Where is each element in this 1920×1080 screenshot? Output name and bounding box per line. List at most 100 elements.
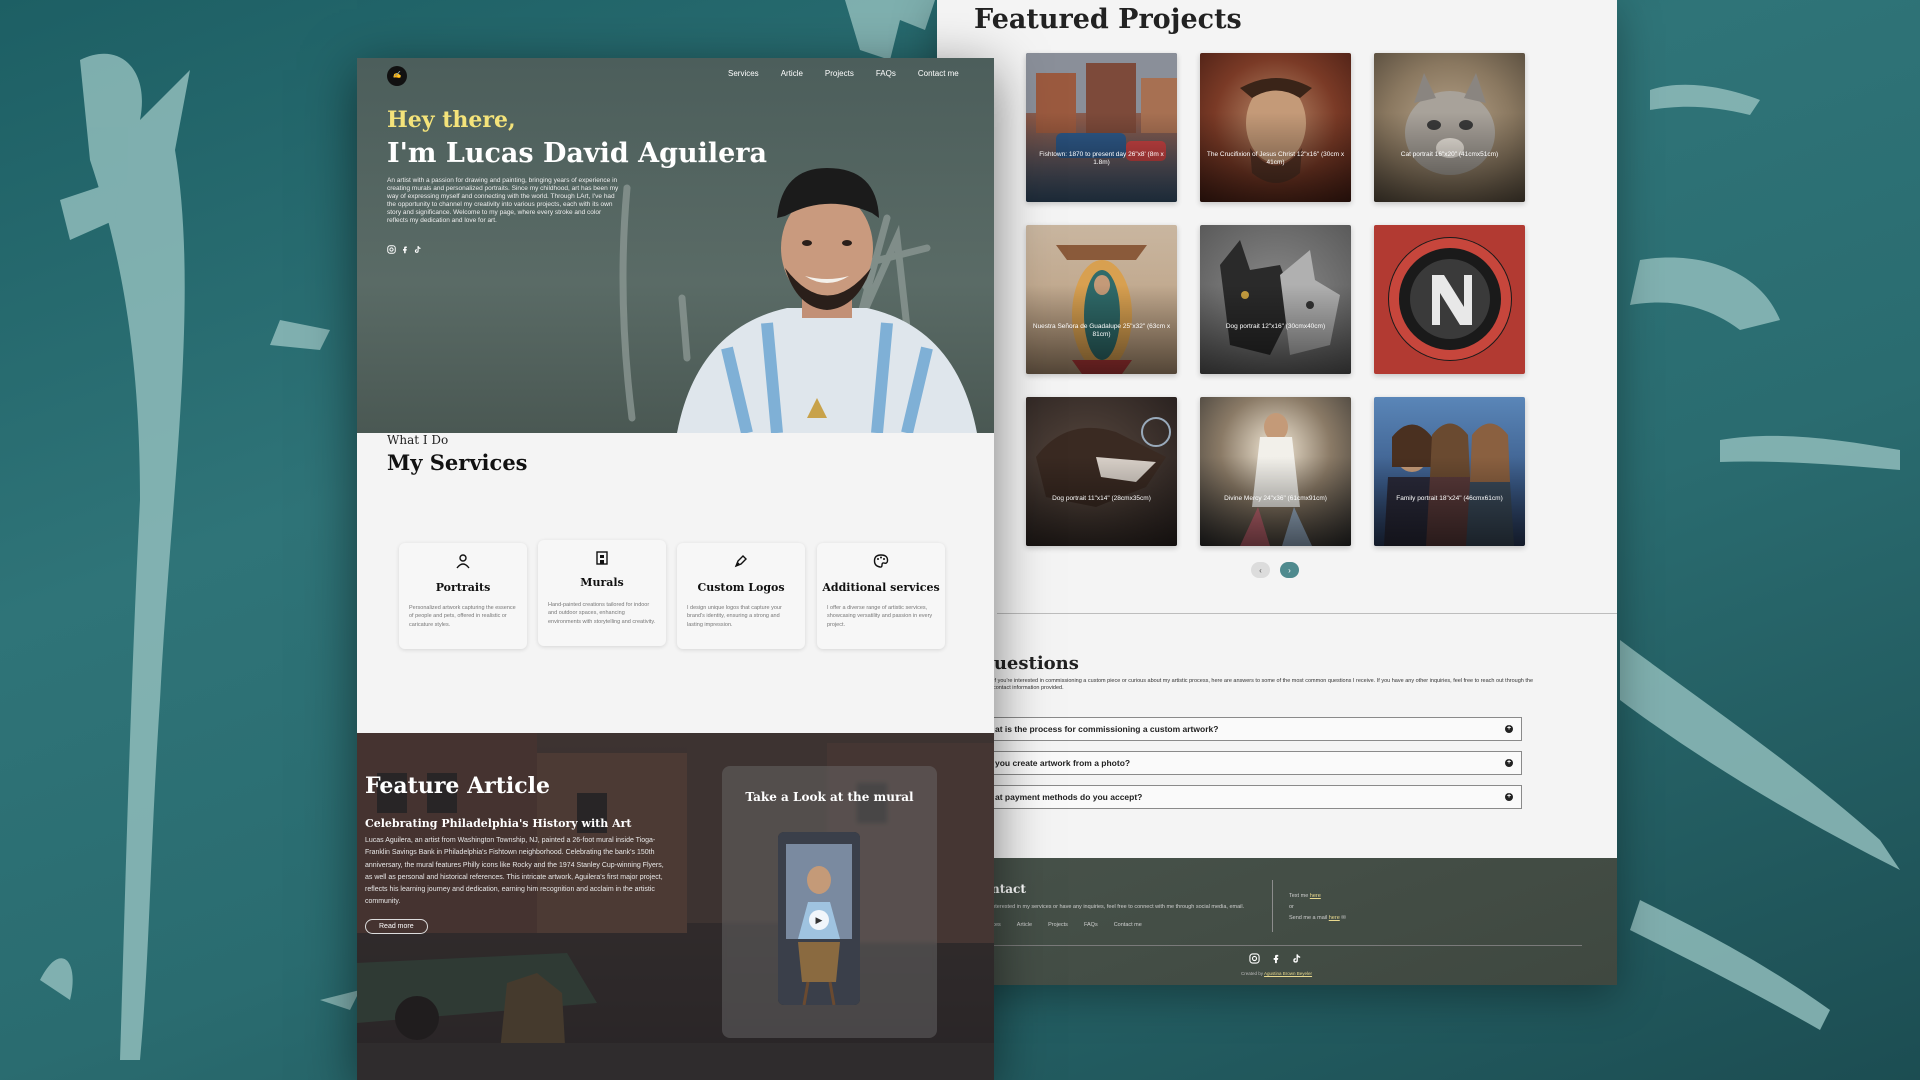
footer-nav: ices Article Projects FAQs Contact me <box>991 922 1142 928</box>
project-shade <box>1026 53 1177 202</box>
project-caption: Dog portrait 11"x14" (28cmx35cm) <box>1052 495 1151 502</box>
tiktok-icon[interactable] <box>1291 953 1302 964</box>
nav-link-projects[interactable]: Projects <box>825 69 854 78</box>
footer-link-faqs[interactable]: FAQs <box>1084 922 1098 928</box>
or-label: or <box>1289 904 1294 910</box>
service-card-portraits[interactable]: Portraits Personalized artwork capturing… <box>399 543 527 649</box>
faq-item-process[interactable]: at is the process for commissioning a cu… <box>982 717 1522 741</box>
service-title: Murals <box>580 576 624 589</box>
facebook-icon[interactable] <box>1270 953 1281 964</box>
hero-name: I'm Lucas David Aguilera <box>387 138 768 169</box>
project-card[interactable]: The Crucifixion of Jesus Christ 12"x16" … <box>1200 53 1351 202</box>
featured-projects-title: Featured Projects <box>974 4 1242 35</box>
site-logo[interactable]: ✍ <box>387 66 407 86</box>
faq-question: at payment methods do you accept? <box>995 792 1143 802</box>
project-card[interactable]: Dog portrait 11"x14" (28cmx35cm) <box>1026 397 1177 546</box>
expand-icon: + <box>1505 793 1513 801</box>
mural-video[interactable]: ▶ <box>778 832 860 1005</box>
credit-link[interactable]: Agustina Brown Beyeler <box>1264 971 1312 976</box>
play-icon[interactable]: ▶ <box>809 910 829 930</box>
logo-artwork <box>1388 237 1512 361</box>
mail-link[interactable]: here <box>1329 915 1340 921</box>
services-section: What I Do My Services Portraits Personal… <box>357 433 994 733</box>
service-card-logos[interactable]: Custom Logos I design unique logos that … <box>677 543 805 649</box>
faq-intro: If you're interested in commissioning a … <box>993 678 1534 692</box>
palette-icon <box>873 554 889 568</box>
mural-video-card: Take a Look at the mural ▶ <box>722 766 937 1038</box>
footer-link-projects[interactable]: Projects <box>1048 922 1068 928</box>
project-shade <box>1374 53 1525 202</box>
main-nav: Services Article Projects FAQs Contact m… <box>728 69 959 78</box>
footer-link-contact[interactable]: Contact me <box>1114 922 1142 928</box>
nav-link-article[interactable]: Article <box>781 69 803 78</box>
project-card[interactable]: Family portrait 18"x24" (46cmx61cm) <box>1374 397 1525 546</box>
project-shade <box>1200 53 1351 202</box>
project-shade <box>1374 397 1525 546</box>
artist-portrait <box>677 168 977 433</box>
project-card[interactable]: Dog portrait 12"x16" (30cmx40cm) <box>1200 225 1351 374</box>
project-shade <box>1026 397 1177 546</box>
footer-rule <box>989 945 1582 946</box>
service-title: Custom Logos <box>697 581 785 594</box>
expand-icon: + <box>1505 725 1513 733</box>
project-caption: The Crucifixion of Jesus Christ 12"x16" … <box>1206 151 1345 166</box>
footer-divider <box>1272 880 1273 932</box>
mail-label: Send me a mail <box>1289 915 1328 921</box>
service-desc: I design unique logos that capture your … <box>687 605 782 628</box>
hero-bio: An artist with a passion for drawing and… <box>387 177 619 224</box>
project-caption: Family portrait 18"x24" (46cmx61cm) <box>1396 495 1503 502</box>
footer-contact: Text me here or Send me a mail here ✉ <box>1289 891 1346 924</box>
person-icon <box>456 554 470 569</box>
service-card-additional[interactable]: Additional services I offer a diverse ra… <box>817 543 945 649</box>
projects-pagination: ‹ › <box>1251 562 1299 578</box>
pagination-next-button[interactable]: › <box>1280 562 1299 578</box>
footer-link-article[interactable]: Article <box>1017 922 1032 928</box>
faq-item-payment[interactable]: at payment methods do you accept? + <box>982 785 1522 809</box>
pen-icon <box>734 555 747 568</box>
project-card[interactable]: Fishtown: 1870 to present day 26"x8' (8m… <box>1026 53 1177 202</box>
nav-link-faqs[interactable]: FAQs <box>876 69 896 78</box>
hero-section: ✍ Services Article Projects FAQs Contact… <box>357 58 994 433</box>
building-icon <box>596 551 608 565</box>
footer-social <box>1249 953 1302 964</box>
hero-greeting: Hey there, <box>387 107 516 133</box>
service-desc: Hand-painted creations tailored for indo… <box>548 602 656 625</box>
footer-title: ntact <box>991 882 1026 896</box>
project-shade <box>1200 225 1351 374</box>
project-card[interactable]: Divine Mercy 24"x36" (61cmx91cm) <box>1200 397 1351 546</box>
project-caption: Nuestra Señora de Guadalupe 25"x32" (63c… <box>1032 323 1171 338</box>
facebook-icon[interactable] <box>400 245 409 254</box>
instagram-icon[interactable] <box>1249 953 1260 964</box>
project-card[interactable]: Cat portrait 16"x20" (41cmx51cm) <box>1374 53 1525 202</box>
faq-question: you create artwork from a photo? <box>995 758 1131 768</box>
hero-social-links <box>387 245 422 254</box>
portfolio-home-page: ✍ Services Article Projects FAQs Contact… <box>357 58 994 1080</box>
project-card[interactable] <box>1374 225 1525 374</box>
feature-body: Lucas Aguilera, an artist from Washingto… <box>365 837 664 906</box>
feature-title: Feature Article <box>365 773 551 799</box>
feature-article-section: Feature Article Celebrating Philadelphia… <box>357 733 994 1080</box>
projects-page: Featured Projects Fishtown: 1870 to pres… <box>937 0 1617 985</box>
nav-link-contact[interactable]: Contact me <box>918 69 959 78</box>
service-card-murals[interactable]: Murals Hand-painted creations tailored f… <box>538 540 666 646</box>
read-more-button[interactable]: Read more <box>365 919 428 934</box>
pagination-prev-button[interactable]: ‹ <box>1251 562 1270 578</box>
services-eyebrow: What I Do <box>387 433 449 447</box>
project-shade <box>1200 397 1351 546</box>
credit-prefix: Created by <box>1241 971 1264 976</box>
footer: ntact interested in my services or have … <box>937 858 1617 985</box>
tiktok-icon[interactable] <box>413 245 422 254</box>
text-me-link[interactable]: here <box>1310 893 1321 899</box>
service-desc: I offer a diverse range of artistic serv… <box>827 605 933 628</box>
text-me-label: Text me <box>1289 893 1309 899</box>
nav-link-services[interactable]: Services <box>728 69 759 78</box>
footer-text: interested in my services or have any in… <box>991 904 1245 910</box>
instagram-icon[interactable] <box>387 245 396 254</box>
faq-item-photo[interactable]: you create artwork from a photo? + <box>982 751 1522 775</box>
project-card[interactable]: Nuestra Señora de Guadalupe 25"x32" (63c… <box>1026 225 1177 374</box>
feature-subtitle: Celebrating Philadelphia's History with … <box>365 817 632 830</box>
project-caption: Cat portrait 16"x20" (41cmx51cm) <box>1400 151 1499 158</box>
faq-question: at is the process for commissioning a cu… <box>995 724 1219 734</box>
section-divider <box>997 613 1617 614</box>
footer-credit: Created by Agustina Brown Beyeler <box>1241 971 1312 976</box>
